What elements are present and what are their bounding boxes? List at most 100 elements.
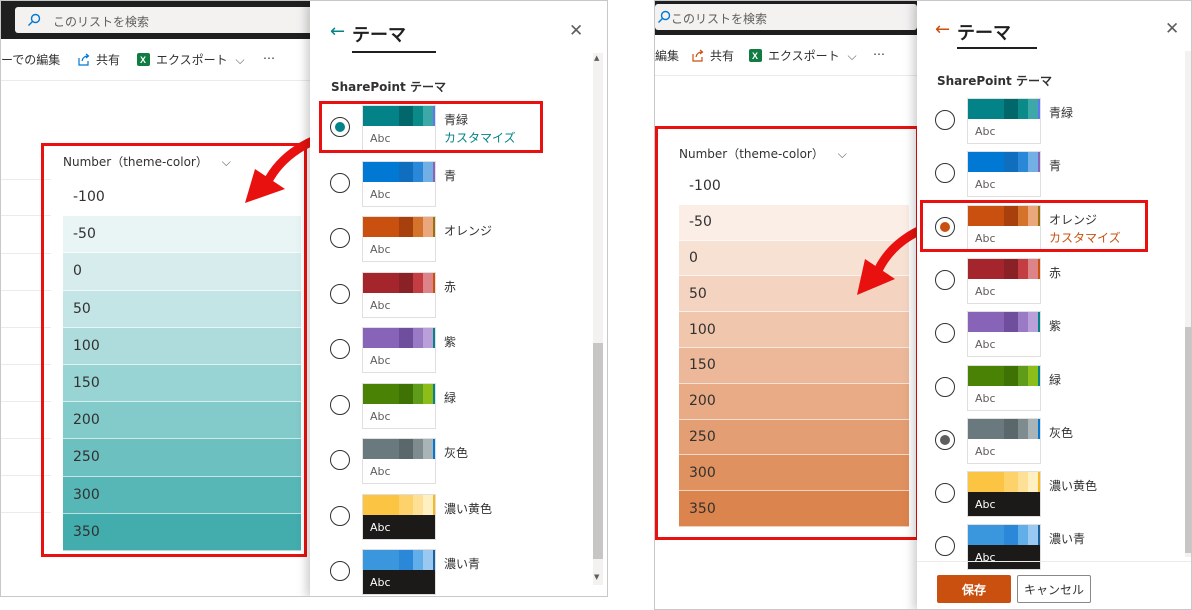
swatch-color — [423, 328, 433, 348]
swatch-color — [433, 328, 435, 348]
theme-swatch[interactable]: Abc — [967, 257, 1041, 304]
search-input[interactable]: このリストを検索 — [671, 10, 767, 27]
swatch-color — [1004, 525, 1018, 546]
swatch-color — [1018, 525, 1028, 546]
highlight-box-column — [655, 126, 919, 540]
search-box[interactable]: このリストを検索 — [15, 7, 315, 33]
highlight-box-theme — [319, 101, 543, 153]
scrollbar-thumb[interactable] — [1185, 327, 1191, 553]
theme-radio[interactable] — [935, 269, 955, 290]
save-button[interactable]: 保存 — [937, 575, 1011, 603]
theme-swatch[interactable]: Abc — [362, 216, 436, 262]
swatch-color — [363, 550, 399, 570]
theme-swatch[interactable]: Abc — [967, 151, 1041, 198]
share-icon — [691, 49, 704, 65]
theme-radio[interactable] — [935, 110, 955, 130]
swatch-color — [413, 439, 423, 459]
theme-swatch[interactable]: Abc — [362, 493, 436, 540]
swatch-color — [363, 217, 399, 237]
scroll-down-icon[interactable]: ▼ — [594, 573, 599, 581]
theme-radio[interactable] — [935, 323, 955, 344]
edit-in-grid-button[interactable]: 編集 — [655, 47, 679, 64]
theme-swatch[interactable]: Abc — [967, 364, 1041, 411]
swatch-sample-text: Abc — [370, 520, 391, 534]
swatch-color — [1004, 312, 1018, 333]
share-button[interactable]: 共有 — [77, 51, 120, 69]
swatch-color — [968, 258, 1004, 279]
theme-swatch[interactable]: Abc — [362, 327, 436, 373]
search-input[interactable]: このリストを検索 — [53, 13, 149, 30]
theme-swatch[interactable]: Abc — [967, 471, 1041, 518]
theme-radio[interactable] — [935, 376, 955, 397]
swatch-color — [1004, 365, 1018, 386]
theme-swatch[interactable]: Abc — [967, 311, 1041, 358]
swatch-color — [1018, 258, 1028, 279]
swatch-color — [1038, 418, 1040, 439]
share-button[interactable]: 共有 — [691, 47, 734, 65]
swatch-color — [1028, 365, 1038, 386]
theme-swatch[interactable]: Abc — [967, 417, 1041, 464]
edit-in-grid-button[interactable]: ーでの編集 — [1, 51, 60, 68]
swatch-sample-text: Abc — [975, 338, 996, 352]
theme-swatch[interactable]: Abc — [967, 524, 1041, 571]
swatch-color — [423, 217, 433, 237]
excel-icon: X — [749, 49, 762, 65]
swatch-sample-text: Abc — [370, 354, 391, 367]
scrollbar-thumb[interactable] — [593, 343, 603, 559]
theme-radio[interactable] — [935, 483, 955, 504]
export-button[interactable]: X エクスポート ⌵ — [137, 51, 245, 69]
swatch-color — [413, 272, 423, 293]
close-icon[interactable]: ✕ — [1165, 21, 1179, 38]
pane-title: テーマ — [957, 23, 1011, 44]
swatch-color — [1004, 99, 1018, 119]
swatch-color — [363, 328, 399, 348]
theme-radio[interactable] — [935, 429, 955, 450]
swatch-color — [1028, 312, 1038, 333]
swatch-color — [399, 550, 413, 570]
theme-swatch[interactable]: Abc — [362, 160, 436, 207]
theme-radio[interactable] — [330, 283, 350, 304]
swatch-sample-text: Abc — [975, 551, 996, 565]
theme-name: 濃い青 — [444, 557, 481, 571]
section-title: SharePoint テーマ — [331, 80, 446, 94]
cancel-button[interactable]: キャンセル — [1017, 575, 1091, 603]
theme-name: 赤 — [444, 279, 457, 294]
export-button[interactable]: X エクスポート ⌵ — [749, 47, 857, 65]
swatch-color — [1004, 418, 1018, 439]
back-arrow-icon[interactable]: ← — [330, 23, 345, 41]
theme-radio[interactable] — [330, 339, 350, 359]
theme-radio[interactable] — [330, 505, 350, 526]
theme-radio[interactable] — [330, 394, 350, 415]
swatch-sample-text: Abc — [975, 498, 996, 512]
theme-name: 濃い黄色 — [1049, 479, 1098, 494]
theme-swatch[interactable]: Abc — [362, 382, 436, 429]
swatch-sample-text: Abc — [370, 409, 391, 423]
swatch-color — [968, 365, 1004, 386]
theme-radio[interactable] — [330, 228, 350, 248]
theme-swatch[interactable]: Abc — [362, 549, 436, 595]
more-commands-button[interactable]: ⋯ — [263, 51, 275, 65]
back-arrow-icon[interactable]: ← — [935, 21, 950, 39]
close-icon[interactable]: ✕ — [569, 23, 583, 40]
theme-radio[interactable] — [330, 172, 350, 193]
more-commands-button[interactable]: ⋯ — [873, 47, 885, 61]
swatch-color — [1004, 258, 1018, 279]
scroll-up-icon[interactable]: ▲ — [594, 54, 599, 62]
search-box[interactable]: このリストを検索 — [655, 4, 917, 30]
swatch-color — [1018, 365, 1028, 386]
swatch-sample-text: Abc — [370, 465, 391, 478]
swatch-sample-text: Abc — [370, 243, 391, 256]
swatch-sample-text: Abc — [370, 187, 391, 201]
chevron-down-icon: ⌵ — [235, 53, 245, 67]
swatch-color — [1018, 99, 1028, 119]
theme-swatch[interactable]: Abc — [967, 98, 1041, 144]
swatch-color — [1038, 472, 1040, 493]
theme-radio[interactable] — [935, 163, 955, 184]
theme-radio[interactable] — [330, 561, 350, 581]
theme-swatch[interactable]: Abc — [362, 438, 436, 484]
radio-selected-dot — [940, 434, 950, 445]
theme-radio[interactable] — [935, 536, 955, 557]
theme-name: 緑 — [1049, 372, 1062, 387]
theme-swatch[interactable]: Abc — [362, 271, 436, 318]
theme-radio[interactable] — [330, 450, 350, 470]
